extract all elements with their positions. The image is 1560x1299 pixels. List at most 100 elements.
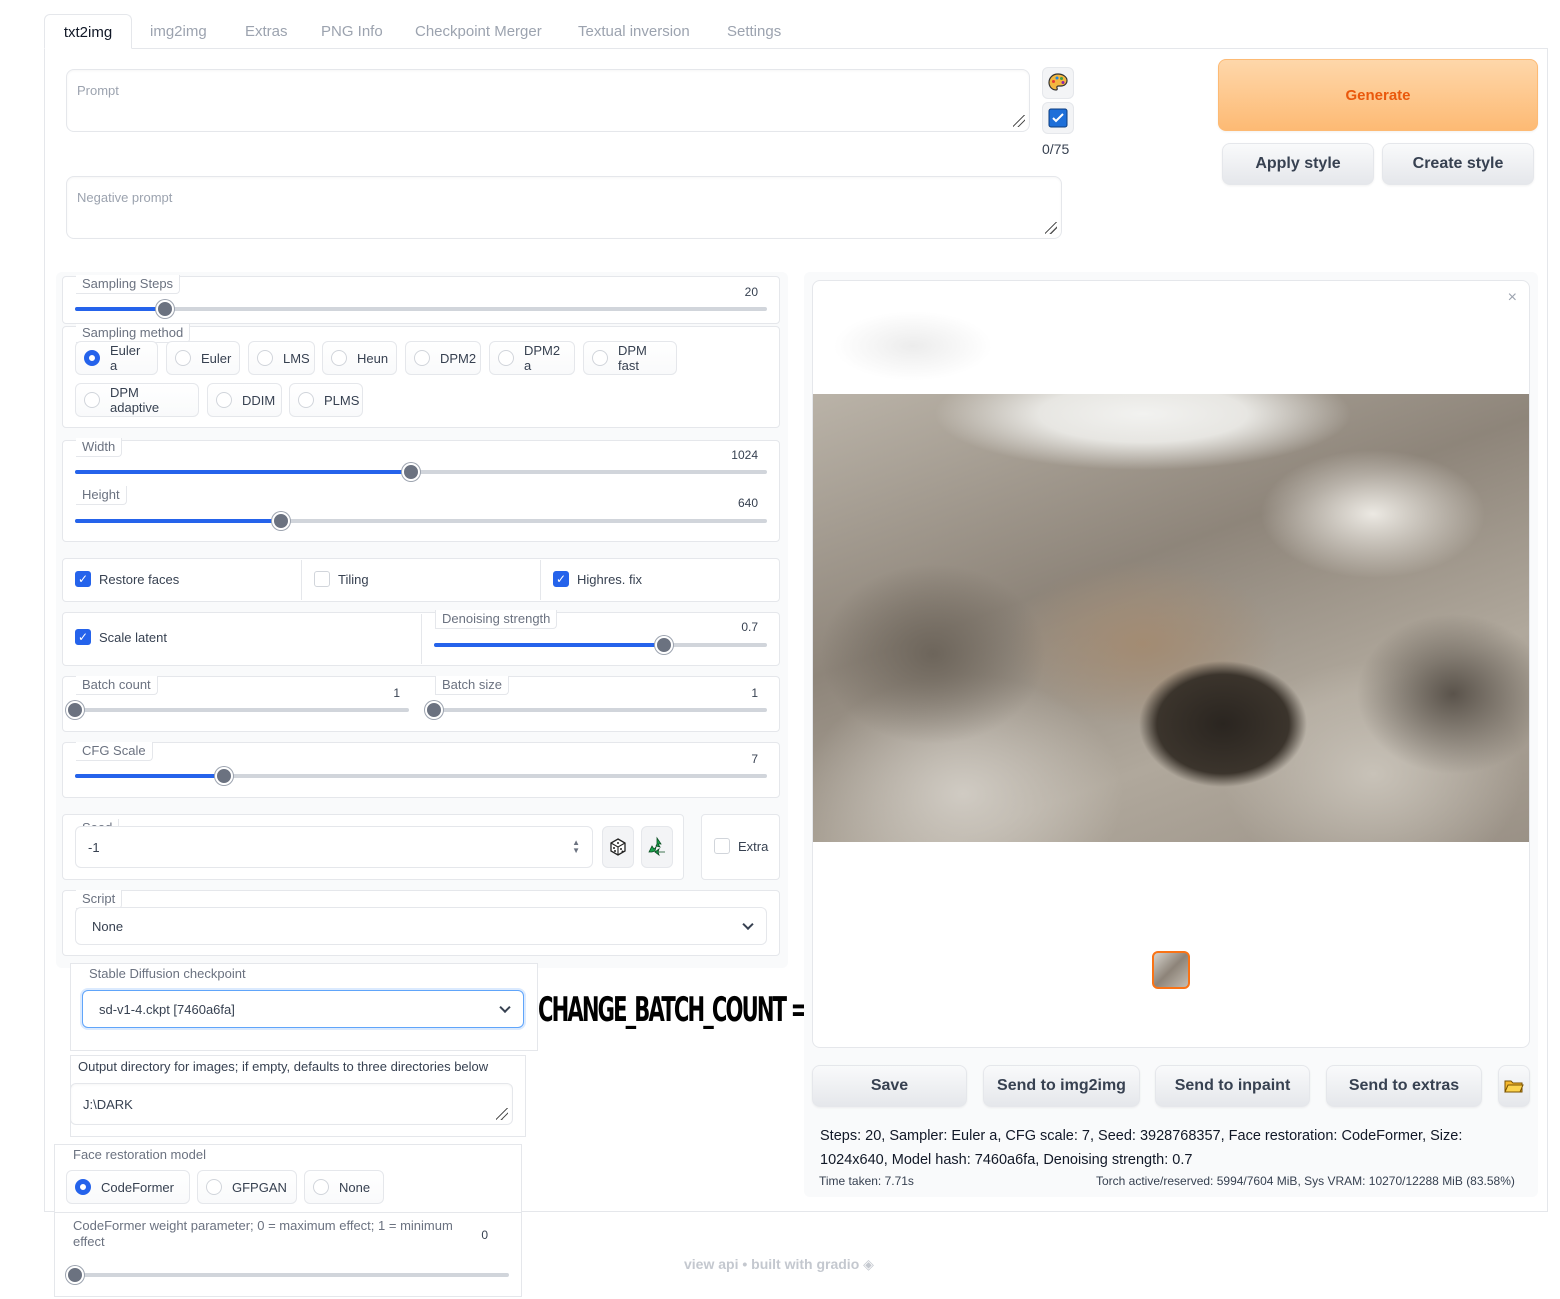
- radio-label: DDIM: [242, 392, 276, 408]
- width-value[interactable]: 1024: [700, 448, 758, 462]
- spinner-icon[interactable]: ▲ ▼: [572, 839, 580, 855]
- script-dropdown[interactable]: None: [75, 907, 767, 945]
- tiling-checkbox[interactable]: Tiling: [314, 571, 369, 587]
- sampling-steps-value[interactable]: 20: [700, 285, 758, 299]
- radio-dpm-fast[interactable]: DPM fast: [583, 341, 677, 375]
- denoising-slider[interactable]: [434, 636, 767, 654]
- radio-dpm2-a[interactable]: DPM2 a: [489, 341, 575, 375]
- height-slider[interactable]: [75, 512, 767, 530]
- slider-thumb[interactable]: [66, 701, 84, 719]
- reuse-seed-button[interactable]: [641, 826, 673, 868]
- palette-icon: [1048, 73, 1068, 91]
- slider-thumb[interactable]: [654, 636, 673, 654]
- clipboard-button[interactable]: [1042, 102, 1074, 134]
- sampling-steps-slider[interactable]: [75, 300, 767, 318]
- radio-euler[interactable]: Euler: [166, 341, 240, 375]
- radio-dpm-adaptive[interactable]: DPM adaptive: [75, 383, 199, 417]
- send-to-extras-button[interactable]: Send to extras: [1326, 1065, 1482, 1107]
- divider: [421, 614, 422, 664]
- check-icon: [714, 838, 730, 854]
- radio-label: DPM2 a: [524, 343, 561, 373]
- tab-textual-inversion[interactable]: Textual inversion: [576, 14, 692, 49]
- resize-handle-icon[interactable]: [1013, 115, 1025, 127]
- radio-lms[interactable]: LMS: [248, 341, 315, 375]
- scale-latent-checkbox[interactable]: ✓ Scale latent: [75, 629, 167, 645]
- checkbox-label: Tiling: [338, 571, 369, 587]
- radio-dot-icon: [84, 350, 100, 366]
- send-to-img2img-button[interactable]: Send to img2img: [983, 1065, 1140, 1107]
- send-to-inpaint-button[interactable]: Send to inpaint: [1155, 1065, 1310, 1107]
- script-value: None: [92, 918, 124, 934]
- radio-dot-icon: [257, 350, 273, 366]
- width-slider[interactable]: [75, 463, 767, 481]
- slider-thumb[interactable]: [66, 1266, 84, 1284]
- batch-count-label: Batch count: [76, 676, 158, 695]
- radio-gfpgan[interactable]: GFPGAN: [197, 1170, 297, 1204]
- extra-checkbox[interactable]: Extra: [714, 838, 768, 854]
- tab-img2img[interactable]: img2img: [148, 14, 209, 49]
- codeformer-weight-slider[interactable]: [66, 1266, 509, 1284]
- radio-euler-a[interactable]: Euler a: [75, 341, 158, 375]
- divider: [54, 1212, 522, 1213]
- height-label: Height: [76, 486, 127, 505]
- save-button[interactable]: Save: [812, 1065, 967, 1107]
- radio-ddim[interactable]: DDIM: [207, 383, 282, 417]
- radio-dot-icon: [298, 392, 314, 408]
- restore-faces-checkbox[interactable]: ✓ Restore faces: [75, 571, 179, 587]
- codeformer-weight-value[interactable]: 0: [440, 1228, 488, 1242]
- resize-handle-icon[interactable]: [496, 1108, 508, 1120]
- radio-label: CodeFormer: [101, 1179, 174, 1195]
- gradio-logo-icon: ◈: [863, 1256, 874, 1272]
- view-api-link[interactable]: view api: [684, 1256, 738, 1272]
- built-with-gradio-link[interactable]: built with gradio: [751, 1256, 859, 1272]
- radio-label: DPM fast: [618, 343, 647, 373]
- palette-button[interactable]: [1042, 67, 1074, 99]
- close-icon[interactable]: ×: [1508, 289, 1517, 307]
- random-seed-button[interactable]: [602, 826, 634, 868]
- open-folder-button[interactable]: [1498, 1065, 1530, 1107]
- height-value[interactable]: 640: [700, 496, 758, 510]
- time-taken: Time taken: 7.71s: [819, 1174, 914, 1188]
- apply-style-button[interactable]: Apply style: [1222, 143, 1374, 185]
- generate-button[interactable]: Generate: [1218, 59, 1538, 131]
- cfg-scale-value[interactable]: 7: [700, 752, 758, 766]
- slider-thumb[interactable]: [425, 701, 443, 719]
- radio-none[interactable]: None: [304, 1170, 384, 1204]
- check-icon: ✓: [75, 629, 91, 645]
- tab-extras[interactable]: Extras: [243, 14, 290, 49]
- radio-plms[interactable]: PLMS: [289, 383, 363, 417]
- resize-handle-icon[interactable]: [1045, 222, 1057, 234]
- batch-count-slider[interactable]: [66, 701, 409, 719]
- radio-heun[interactable]: Heun: [322, 341, 397, 375]
- batch-size-value[interactable]: 1: [700, 686, 758, 700]
- create-style-button[interactable]: Create style: [1382, 143, 1534, 185]
- highres-fix-checkbox[interactable]: ✓ Highres. fix: [553, 571, 642, 587]
- cfg-scale-slider[interactable]: [75, 767, 767, 785]
- radio-dpm2[interactable]: DPM2: [405, 341, 481, 375]
- prompt-placeholder: Prompt: [77, 83, 119, 98]
- output-dir-input[interactable]: J:\DARK: [70, 1083, 513, 1125]
- slider-thumb[interactable]: [155, 300, 174, 318]
- denoising-value[interactable]: 0.7: [700, 620, 758, 634]
- tab-png-info[interactable]: PNG Info: [319, 14, 385, 49]
- radio-label: Euler: [201, 350, 232, 366]
- tab-txt2img[interactable]: txt2img: [44, 14, 132, 49]
- tab-checkpoint-merger[interactable]: Checkpoint Merger: [413, 14, 544, 49]
- seed-value: -1: [88, 840, 100, 855]
- checkbox-label: Highres. fix: [577, 571, 643, 587]
- prompt-input[interactable]: Prompt: [66, 69, 1030, 132]
- checkpoint-dropdown[interactable]: sd-v1-4.ckpt [7460a6fa]: [82, 990, 524, 1028]
- tab-settings[interactable]: Settings: [725, 14, 783, 49]
- generated-image[interactable]: [813, 394, 1529, 842]
- slider-thumb[interactable]: [401, 463, 420, 481]
- batch-count-value[interactable]: 1: [342, 686, 400, 700]
- radio-codeformer[interactable]: CodeFormer: [66, 1170, 190, 1204]
- negative-prompt-placeholder: Negative prompt: [77, 190, 173, 205]
- seed-input[interactable]: -1 ▲ ▼: [75, 826, 593, 868]
- gallery-thumbnail[interactable]: [1152, 951, 1190, 989]
- batch-size-slider[interactable]: [425, 701, 767, 719]
- dice-icon: [610, 838, 626, 856]
- negative-prompt-input[interactable]: Negative prompt: [66, 176, 1062, 239]
- recycle-icon: [648, 836, 665, 857]
- radio-dot-icon: [206, 1179, 222, 1195]
